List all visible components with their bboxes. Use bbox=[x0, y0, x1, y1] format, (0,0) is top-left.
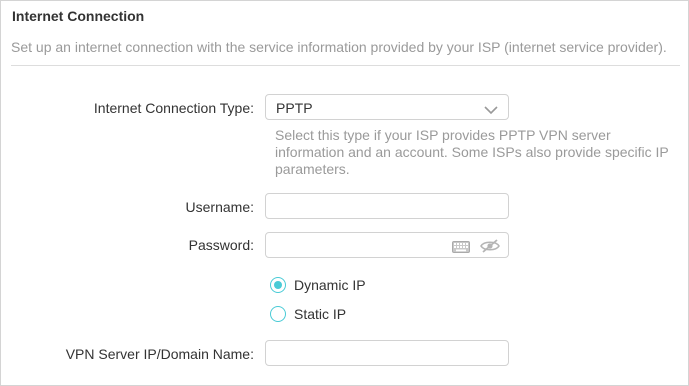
section-title: Internet Connection bbox=[12, 8, 145, 24]
connection-type-value: PPTP bbox=[276, 100, 313, 116]
radio-button-selected[interactable] bbox=[270, 277, 286, 293]
radio-button[interactable] bbox=[270, 306, 286, 322]
internet-connection-panel: Internet Connection Set up an internet c… bbox=[0, 0, 689, 386]
username-field[interactable] bbox=[265, 193, 509, 219]
connection-type-label: Internet Connection Type: bbox=[93, 100, 254, 116]
radio-static-ip-label: Static IP bbox=[294, 306, 347, 322]
chevron-down-icon bbox=[484, 102, 498, 120]
radio-dot bbox=[274, 281, 282, 289]
vpn-server-label: VPN Server IP/Domain Name: bbox=[65, 346, 254, 362]
divider bbox=[11, 65, 680, 66]
eye-off-icon[interactable] bbox=[480, 238, 500, 259]
radio-dynamic-ip-label: Dynamic IP bbox=[294, 277, 366, 293]
password-field[interactable] bbox=[265, 232, 509, 258]
vpn-server-field[interactable] bbox=[265, 340, 509, 366]
password-label: Password: bbox=[188, 237, 254, 253]
keyboard-icon[interactable] bbox=[452, 240, 470, 258]
section-description: Set up an internet connection with the s… bbox=[11, 39, 667, 55]
username-label: Username: bbox=[185, 199, 254, 215]
connection-type-hint: Select this type if your ISP provides PP… bbox=[275, 127, 669, 177]
connection-type-select[interactable]: PPTP bbox=[265, 94, 509, 120]
